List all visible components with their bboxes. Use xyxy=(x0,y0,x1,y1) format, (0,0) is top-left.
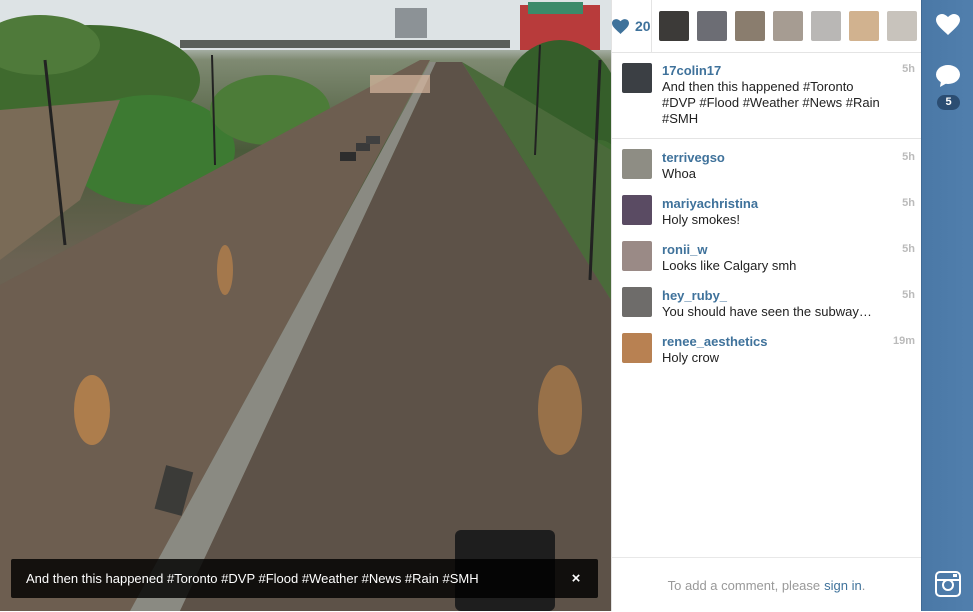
post-caption: 17colin17 5h And then this happened #Tor… xyxy=(612,53,921,139)
like-count: 20 xyxy=(635,18,651,34)
photo-caption-bar: And then this happened #Toronto #DVP #Fl… xyxy=(11,559,598,598)
post-username[interactable]: 17colin17 xyxy=(662,63,721,78)
comment-footer: To add a comment, please sign in. xyxy=(612,557,921,612)
comment-time: 5h xyxy=(902,289,915,301)
liker-avatar[interactable] xyxy=(696,11,727,41)
comment-username[interactable]: mariyachristina xyxy=(662,196,758,211)
heart-icon xyxy=(612,18,629,34)
avatar[interactable] xyxy=(622,149,652,179)
liker-avatar[interactable] xyxy=(772,11,803,41)
sign-in-prompt: To add a comment, please xyxy=(667,577,821,593)
post-text: And then this happened #Toronto #DVP #Fl… xyxy=(662,79,880,126)
like-count-button[interactable]: 20 xyxy=(612,0,652,52)
comment-row: terrivegso 5h Whoa xyxy=(612,139,921,185)
post-photo[interactable]: And then this happened #Toronto #DVP #Fl… xyxy=(0,0,611,611)
comment-bubble-icon xyxy=(936,65,960,87)
liker-avatar[interactable] xyxy=(848,11,879,41)
comment-time: 5h xyxy=(902,243,915,255)
heart-icon xyxy=(936,13,960,35)
avatar[interactable] xyxy=(622,333,652,363)
comment-username[interactable]: terrivegso xyxy=(662,150,725,165)
comment-text: Whoa xyxy=(662,166,696,181)
liker-avatar[interactable] xyxy=(886,11,917,41)
avatar[interactable] xyxy=(622,241,652,271)
camera-icon xyxy=(935,571,961,597)
avatar[interactable] xyxy=(622,63,652,93)
close-caption-icon[interactable]: × xyxy=(565,570,587,587)
liker-avatar[interactable] xyxy=(734,11,765,41)
comments-list: terrivegso 5h Whoa mariyachristina 5h Holy sm… xyxy=(612,139,921,369)
comment-time: 19m xyxy=(892,335,915,347)
avatar[interactable] xyxy=(622,287,652,317)
post-details-panel: 20 17colin17 5h And then this happened #… xyxy=(611,0,921,611)
avatar[interactable] xyxy=(622,195,652,225)
comment-username[interactable]: hey_ruby_ xyxy=(662,288,727,303)
footer-period: . xyxy=(861,577,866,593)
comment-row: renee_aesthetics 19m Holy crow xyxy=(612,323,921,369)
sign-in-link[interactable]: sign in xyxy=(824,578,862,593)
comment-time: 5h xyxy=(902,197,915,209)
comment-username[interactable]: ronii_w xyxy=(662,242,708,257)
comment-text: You should have seen the subway… xyxy=(662,304,872,319)
like-button[interactable] xyxy=(922,0,973,48)
liker-avatar[interactable] xyxy=(658,11,689,41)
action-sidebar: 5 xyxy=(921,0,973,611)
comment-row: hey_ruby_ 5h You should have seen the subw… xyxy=(612,277,921,323)
comment-text: Looks like Calgary smh xyxy=(662,258,797,273)
likers-list xyxy=(658,11,921,41)
comment-count-badge: 5 xyxy=(937,95,960,110)
comment-row: mariyachristina 5h Holy smokes! xyxy=(612,185,921,231)
liker-avatar[interactable] xyxy=(810,11,841,41)
comment-text: Holy smokes! xyxy=(662,212,741,227)
comment-text: Holy crow xyxy=(662,350,720,365)
flooded-highway-image xyxy=(0,0,611,611)
comment-button[interactable] xyxy=(922,52,973,100)
post-time: 5h xyxy=(902,63,915,75)
comment-username[interactable]: renee_aesthetics xyxy=(662,334,768,349)
comment-row: ronii_w 5h Looks like Calgary smh xyxy=(612,231,921,277)
comment-time: 5h xyxy=(902,151,915,163)
instagram-logo-button[interactable] xyxy=(922,560,973,608)
photo-caption-text: And then this happened #Toronto #DVP #Fl… xyxy=(26,571,479,586)
likes-bar: 20 xyxy=(612,0,921,53)
